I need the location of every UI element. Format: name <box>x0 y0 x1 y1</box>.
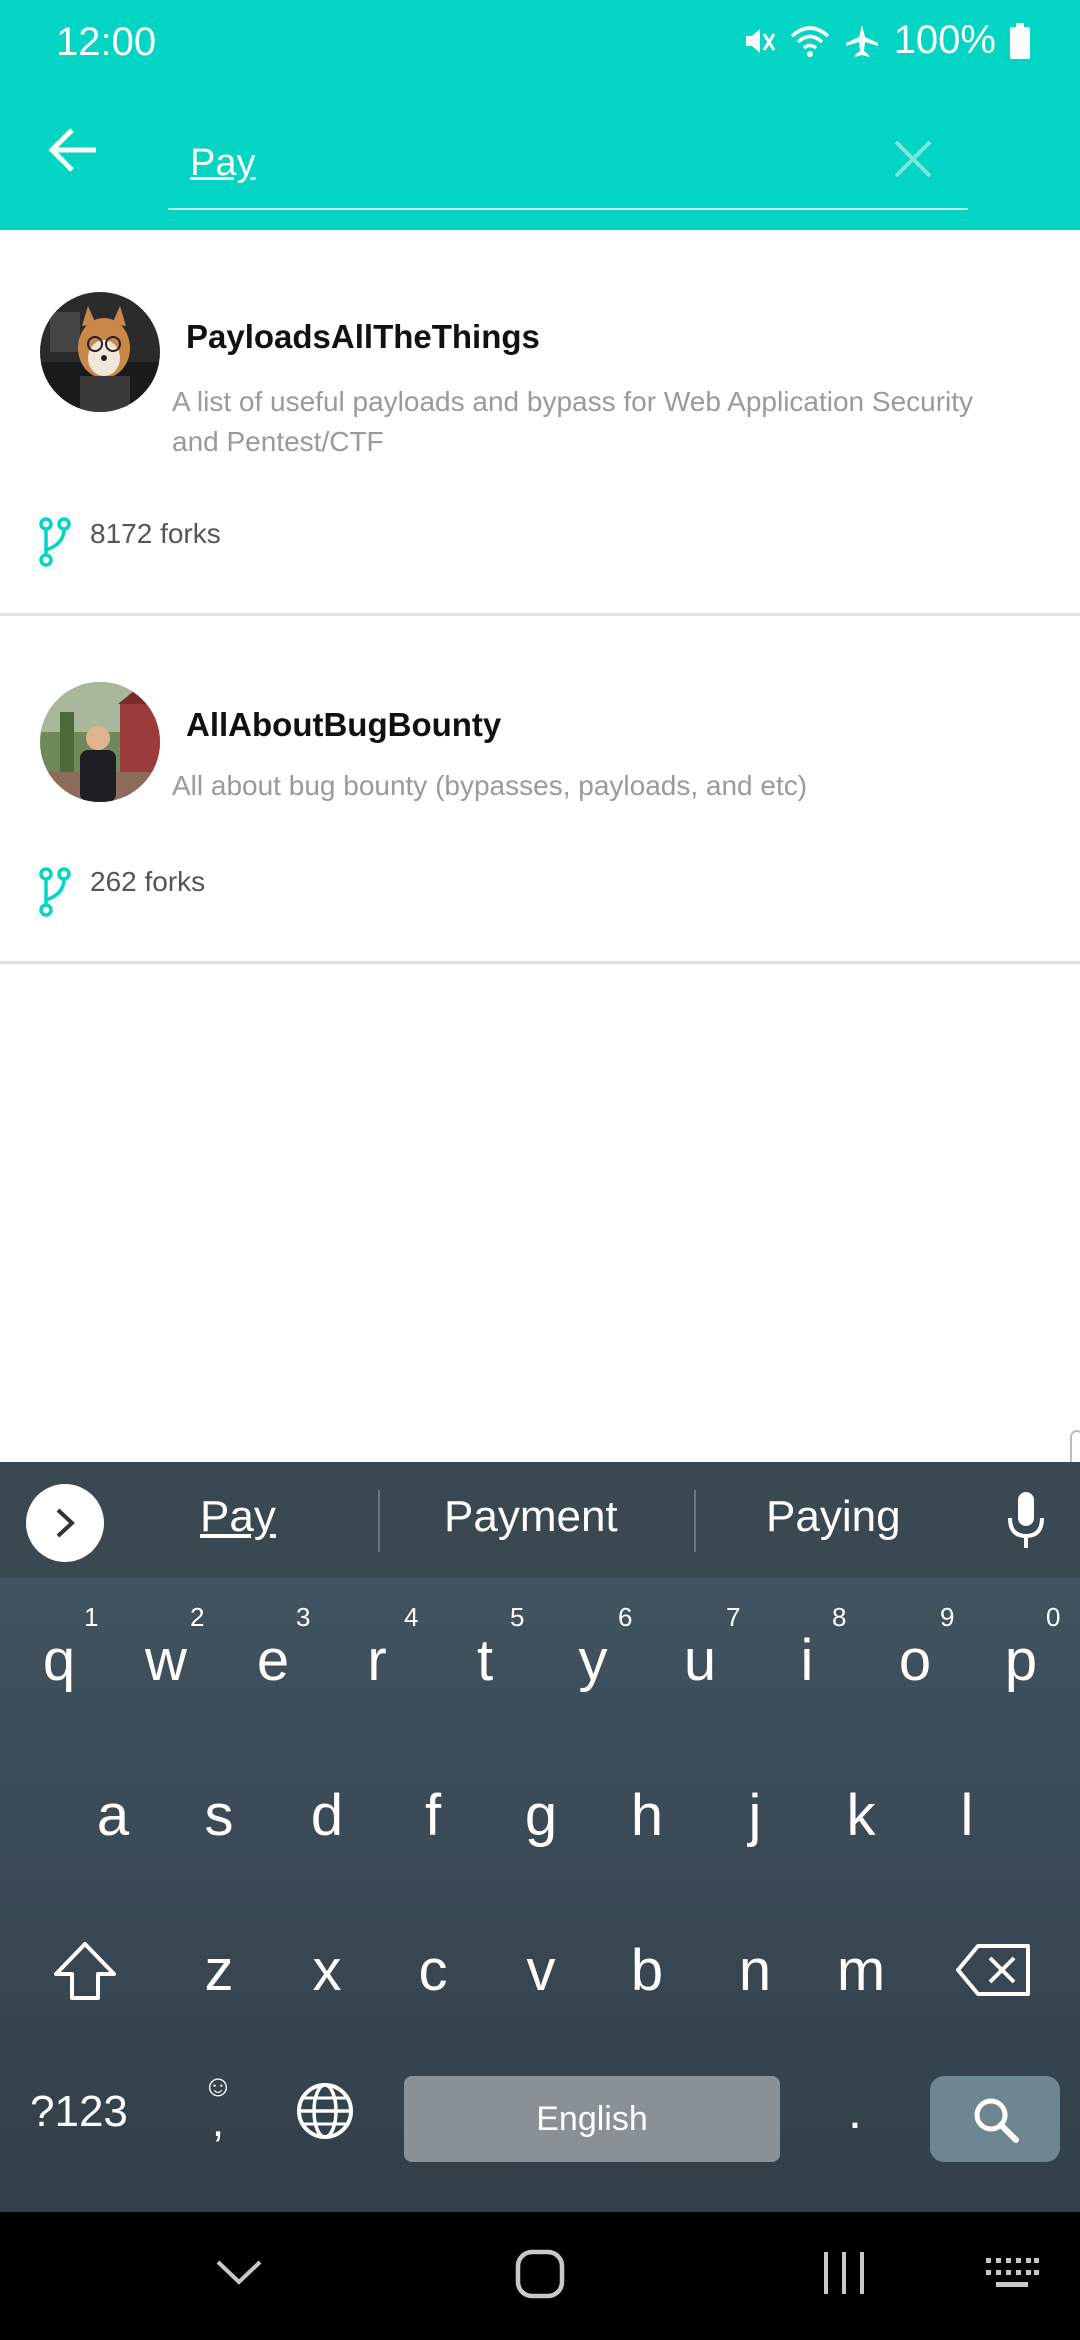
globe-icon <box>297 2083 353 2139</box>
battery-text: 100% <box>893 18 996 62</box>
key-n[interactable]: n <box>710 1937 800 2004</box>
suggestion-bar: Pay Payment Paying <box>0 1462 1080 1578</box>
key-hint-8: 8 <box>832 1602 847 1632</box>
period-key[interactable]: . <box>848 2082 862 2140</box>
key-a[interactable]: a <box>68 1782 158 1849</box>
fork-count: 8172 forks <box>90 518 221 549</box>
repo-name: PayloadsAllTheThings <box>186 318 540 355</box>
key-v[interactable]: v <box>496 1937 586 2004</box>
fork-icon <box>38 516 72 568</box>
search-input-value[interactable]: Pay <box>190 142 255 185</box>
key-b[interactable]: b <box>602 1937 692 2004</box>
key-r[interactable]: r <box>332 1627 422 1694</box>
status-icons: 100% <box>742 18 1030 63</box>
airplane-icon <box>844 23 880 59</box>
arrow-left-icon <box>48 128 96 172</box>
key-y[interactable]: y <box>548 1627 638 1694</box>
repo-description: A list of useful payloads and bypass for… <box>172 386 974 457</box>
app-header: 12:00 100% Pay <box>0 0 1080 230</box>
fork-count: 262 forks <box>90 866 206 897</box>
navigation-bar <box>0 2212 1080 2340</box>
search-input[interactable]: Pay <box>168 102 968 210</box>
voice-input-button[interactable] <box>1006 1490 1046 1552</box>
back-button[interactable] <box>44 120 104 180</box>
key-e[interactable]: e <box>228 1627 318 1694</box>
key-p[interactable]: p <box>976 1627 1066 1694</box>
language-switch-key[interactable] <box>294 2080 356 2142</box>
suggestion-pay[interactable]: Pay <box>200 1492 276 1542</box>
key-k[interactable]: k <box>816 1782 906 1849</box>
backspace-key[interactable] <box>954 1940 1034 2000</box>
key-z[interactable]: z <box>174 1937 264 2004</box>
repo-list-item[interactable]: PayloadsAllTheThings A list of useful pa… <box>0 230 1080 616</box>
repo-description: All about bug bounty (bypasses, payloads… <box>172 770 808 801</box>
repo-list-item[interactable]: AllAboutBugBounty All about bug bounty (… <box>0 618 1080 964</box>
recents-icon[interactable] <box>820 2248 868 2298</box>
key-d[interactable]: d <box>282 1782 372 1849</box>
suggestion-payment[interactable]: Payment <box>444 1492 618 1542</box>
divider <box>694 1490 696 1552</box>
key-m[interactable]: m <box>816 1937 906 2004</box>
clear-search-button[interactable] <box>888 134 938 184</box>
key-q[interactable]: q <box>14 1627 104 1694</box>
key-i[interactable]: i <box>762 1627 852 1694</box>
toolbar-expand-button[interactable] <box>26 1484 104 1562</box>
key-hint-1: 1 <box>84 1602 99 1632</box>
comma-key[interactable]: ☺ , <box>198 2070 238 2150</box>
divider <box>378 1490 380 1552</box>
key-f[interactable]: f <box>388 1782 478 1849</box>
key-u[interactable]: u <box>655 1627 745 1694</box>
search-icon <box>974 2098 1019 2143</box>
key-hint-9: 9 <box>940 1602 955 1632</box>
key-hint-5: 5 <box>510 1602 525 1632</box>
shift-key[interactable] <box>50 1940 120 2004</box>
key-l[interactable]: l <box>922 1782 1012 1849</box>
backspace-icon <box>956 1944 1030 1996</box>
symbols-key[interactable]: ?123 <box>30 2087 128 2137</box>
comma-label: , <box>211 2097 225 2146</box>
key-hint-6: 6 <box>618 1602 633 1632</box>
key-g[interactable]: g <box>496 1782 586 1849</box>
key-hint-0: 0 <box>1046 1602 1061 1632</box>
status-time: 12:00 <box>56 20 157 64</box>
suggestion-paying[interactable]: Paying <box>766 1492 901 1542</box>
space-key[interactable]: English <box>404 2076 780 2162</box>
repo-name: AllAboutBugBounty <box>186 706 502 743</box>
key-c[interactable]: c <box>388 1937 478 2004</box>
repo-owner-avatar <box>40 292 160 412</box>
soft-keyboard: Pay Payment Paying q w e r t y u i o p 1… <box>0 1462 1080 2212</box>
home-icon[interactable] <box>514 2248 566 2300</box>
close-icon <box>894 140 932 178</box>
mute-icon <box>742 24 776 58</box>
search-toolbar: Pay <box>0 90 1080 230</box>
chevron-right-icon <box>56 1508 75 1538</box>
key-h[interactable]: h <box>602 1782 692 1849</box>
key-hint-3: 3 <box>296 1602 311 1632</box>
repo-owner-avatar <box>40 682 160 802</box>
search-action-key[interactable] <box>930 2076 1060 2162</box>
key-j[interactable]: j <box>710 1782 800 1849</box>
status-bar: 12:00 100% <box>0 0 1080 84</box>
hide-keyboard-icon[interactable] <box>212 2254 266 2288</box>
key-hint-7: 7 <box>726 1602 741 1632</box>
keyboard-switch-icon[interactable] <box>984 2256 1040 2292</box>
shift-icon <box>54 1942 116 2000</box>
key-o[interactable]: o <box>870 1627 960 1694</box>
key-s[interactable]: s <box>174 1782 264 1849</box>
key-hint-4: 4 <box>404 1602 419 1632</box>
microphone-icon <box>1008 1492 1044 1548</box>
fork-icon <box>38 866 72 918</box>
key-x[interactable]: x <box>282 1937 372 2004</box>
wifi-icon <box>790 24 830 58</box>
key-hint-2: 2 <box>190 1602 205 1632</box>
key-w[interactable]: w <box>121 1627 211 1694</box>
battery-icon <box>1010 22 1030 59</box>
key-t[interactable]: t <box>440 1627 530 1694</box>
